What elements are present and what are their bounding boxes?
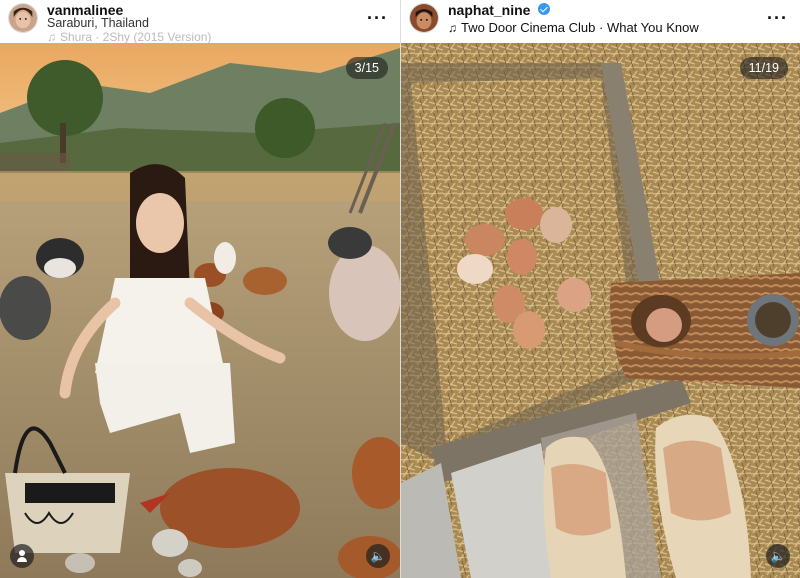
avatar-image: [9, 4, 37, 32]
audio-track[interactable]: ♫ Two Door Cinema Club · What You Know: [448, 20, 699, 35]
post-left: vanmalinee Saraburi, Thailand ♫ Shura · 2…: [0, 0, 400, 578]
music-note-icon: ♫: [448, 21, 457, 35]
verified-badge-icon: [538, 3, 550, 15]
user-tag-icon[interactable]: [10, 544, 34, 568]
farm-photo: [0, 43, 400, 578]
post-header: vanmalinee Saraburi, Thailand ♫ Shura · 2…: [0, 0, 400, 44]
feed-comparison: vanmalinee Saraburi, Thailand ♫ Shura · 2…: [0, 0, 800, 578]
audio-track-label: Shura · 2Shy (2015 Version): [60, 30, 212, 44]
more-options-icon[interactable]: ···: [367, 8, 388, 29]
post-photo[interactable]: [0, 43, 400, 578]
speaker-icon[interactable]: 🔈: [766, 544, 790, 568]
speaker-icon[interactable]: 🔈: [366, 544, 390, 568]
more-options-icon[interactable]: ···: [767, 8, 788, 29]
avatar[interactable]: [409, 3, 439, 33]
audio-track[interactable]: ♫ Shura · 2Shy (2015 Version): [47, 30, 211, 44]
location[interactable]: Saraburi, Thailand: [47, 16, 149, 30]
post-photo[interactable]: [401, 43, 800, 578]
carousel-counter: 3/15: [345, 57, 388, 79]
avatar-image: [410, 4, 438, 32]
eggs-photo: [401, 43, 800, 578]
post-right: naphat_nine ♫ Two Door Cinema Club · What…: [400, 0, 800, 578]
audio-track-label: Two Door Cinema Club · What You Know: [461, 20, 699, 35]
avatar[interactable]: [8, 3, 38, 33]
carousel-counter: 11/19: [739, 57, 788, 79]
post-header: naphat_nine ♫ Two Door Cinema Club · What…: [401, 0, 800, 43]
username[interactable]: naphat_nine: [448, 2, 530, 18]
music-note-icon: ♫: [47, 30, 56, 44]
